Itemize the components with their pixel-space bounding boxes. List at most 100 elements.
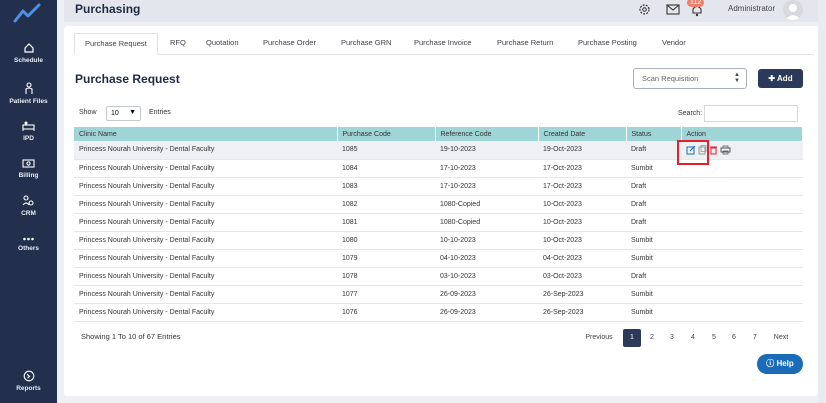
logo-icon[interactable] [12, 2, 42, 24]
table-cell: 03-Oct-2023 [538, 267, 626, 286]
help-label: Help [776, 359, 794, 368]
action-cell [681, 195, 803, 214]
action-cell [681, 285, 803, 304]
table-cell: 1079 [337, 249, 435, 268]
user-name[interactable]: Administrator [728, 4, 775, 13]
tab-purchase-posting[interactable]: Purchase Posting [568, 33, 647, 55]
bed-icon [22, 121, 35, 131]
table-cell: Princess Nourah University - Dental Facu… [74, 177, 337, 196]
table-cell: Princess Nourah University - Dental Facu… [74, 141, 337, 160]
tab-bar: Purchase Request RFQ Quotation Purchase … [74, 33, 814, 55]
table-cell: 1080 [337, 231, 435, 250]
select-arrows-icon: ▲ ▼ [734, 72, 740, 84]
table-cell: 1076 [337, 303, 435, 322]
money-icon [22, 159, 35, 168]
table-cell: 1085 [337, 141, 435, 160]
page-button[interactable]: 1 [623, 329, 641, 347]
add-button[interactable]: ✚ Add [758, 69, 803, 88]
tab-purchase-order[interactable]: Purchase Order [253, 33, 326, 55]
table-cell: Princess Nourah University - Dental Facu… [74, 213, 337, 232]
page-button[interactable]: 3 [664, 329, 680, 347]
table-row: Princess Nourah University - Dental Facu… [74, 285, 803, 304]
page-button[interactable]: 7 [747, 329, 763, 347]
help-button[interactable]: ⓘ Help [757, 354, 803, 374]
table-cell: Princess Nourah University - Dental Facu… [74, 303, 337, 322]
scan-requisition-placeholder: Scan Requisition [642, 74, 699, 83]
tab-rfq[interactable]: RFQ [160, 33, 196, 55]
table-cell: 17-10-2023 [435, 177, 538, 196]
sidebar-item-label: IPD [23, 135, 34, 142]
sidebar: Schedule Patient Files IPD Billing CRM O… [0, 0, 57, 403]
table-cell: 17-10-2023 [435, 159, 538, 178]
highlight-box [677, 140, 709, 165]
table-cell: 17-Oct-2023 [538, 159, 626, 178]
sidebar-item-label: Schedule [14, 57, 43, 64]
sidebar-item-label: Reports [16, 385, 41, 392]
sidebar-item-label: CRM [21, 210, 36, 217]
print-icon[interactable] [720, 145, 731, 155]
table-cell: Princess Nourah University - Dental Facu… [74, 159, 337, 178]
mail-icon[interactable] [666, 4, 680, 15]
sidebar-item-reports[interactable]: Reports [0, 370, 57, 392]
page-button[interactable]: 5 [706, 329, 722, 347]
tab-vendor[interactable]: Vendor [652, 33, 696, 55]
sidebar-item-billing[interactable]: Billing [0, 158, 57, 179]
table-cell: 26-Sep-2023 [538, 285, 626, 304]
gear-icon[interactable] [638, 3, 651, 16]
sidebar-item-schedule[interactable]: Schedule [0, 42, 57, 64]
entries-label: Entries [149, 109, 171, 116]
previous-button[interactable]: Previous [579, 329, 619, 347]
reports-icon [23, 370, 34, 382]
table-row: Princess Nourah University - Dental Facu… [74, 267, 803, 286]
tab-purchase-grn[interactable]: Purchase GRN [331, 33, 401, 55]
table-cell: Draft [626, 195, 681, 214]
table-cell: Princess Nourah University - Dental Facu… [74, 195, 337, 214]
search-input[interactable] [704, 105, 798, 122]
table-cell: 10-Oct-2023 [538, 195, 626, 214]
page-button[interactable]: 4 [685, 329, 701, 347]
table-cell: 1084 [337, 159, 435, 178]
plus-icon: ✚ [768, 74, 776, 83]
home-icon [23, 43, 34, 53]
next-button[interactable]: Next [768, 329, 794, 347]
sidebar-item-others[interactable]: Others [0, 236, 57, 252]
section-title: Purchase Request [75, 72, 180, 86]
delete-icon[interactable] [709, 145, 718, 155]
table-cell: 04-Oct-2023 [538, 249, 626, 268]
page-button[interactable]: 6 [726, 329, 742, 347]
page-button[interactable]: 2 [644, 329, 660, 347]
table-cell: 26-Sep-2023 [538, 303, 626, 322]
table-cell: Princess Nourah University - Dental Facu… [74, 267, 337, 286]
column-header[interactable]: Reference Code [435, 127, 539, 141]
show-label: Show [79, 109, 97, 116]
table-cell: Sumbit [626, 159, 681, 178]
table-cell: Princess Nourah University - Dental Facu… [74, 285, 337, 304]
avatar[interactable] [783, 0, 803, 20]
column-header[interactable]: Status [626, 127, 682, 141]
action-cell [681, 303, 803, 322]
table-row: Princess Nourah University - Dental Facu… [74, 195, 803, 214]
column-header[interactable]: Purchase Code [337, 127, 436, 141]
help-icon: ⓘ [766, 359, 775, 368]
sidebar-item-ipd[interactable]: IPD [0, 120, 57, 142]
tab-quotation[interactable]: Quotation [196, 33, 249, 55]
action-cell [681, 177, 803, 196]
tab-purchase-return[interactable]: Purchase Return [487, 33, 563, 55]
entries-select[interactable]: 10 ▼ [106, 106, 141, 121]
page-title: Purchasing [75, 2, 141, 16]
table-cell: 1080-Copied [435, 213, 538, 232]
tab-purchase-invoice[interactable]: Purchase Invoice [404, 33, 482, 55]
action-cell [681, 231, 803, 250]
table-cell: Princess Nourah University - Dental Facu… [74, 249, 337, 268]
table-row: Princess Nourah University - Dental Facu… [74, 231, 803, 250]
scroll-area [818, 0, 826, 403]
column-header[interactable]: Created Date [538, 127, 627, 141]
table-cell: 19-10-2023 [435, 141, 538, 160]
tab-purchase-request[interactable]: Purchase Request [74, 33, 158, 55]
sidebar-item-patient-files[interactable]: Patient Files [0, 82, 57, 105]
sidebar-item-crm[interactable]: CRM [0, 195, 57, 217]
column-header[interactable]: Clinic Name [74, 127, 338, 141]
scan-requisition-select[interactable]: Scan Requisition ▲ ▼ [633, 68, 747, 89]
table-cell: Draft [626, 177, 681, 196]
table-row: Princess Nourah University - Dental Facu… [74, 177, 803, 196]
